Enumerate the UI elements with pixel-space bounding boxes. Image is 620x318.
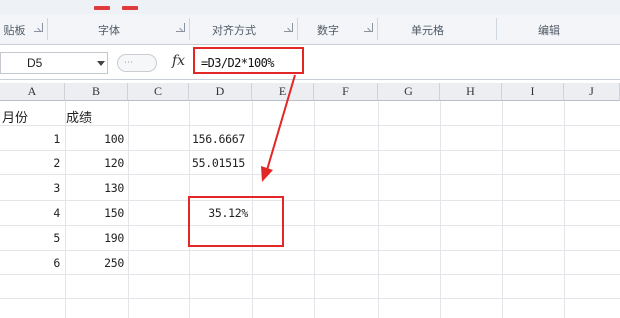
cell-b4[interactable]: 130 — [90, 181, 124, 195]
cell-a5[interactable]: 4 — [40, 206, 60, 220]
chevron-down-icon[interactable] — [97, 61, 105, 66]
column-header-g[interactable]: G — [378, 83, 440, 101]
column-header-j[interactable]: J — [564, 83, 620, 101]
ellipsis-icon: ⋯ — [124, 58, 133, 68]
ribbon-group-label: 字体 — [98, 24, 120, 37]
ribbon-group-font: 字体 — [47, 18, 190, 40]
row-gridline — [0, 298, 620, 299]
cell-b5[interactable]: 150 — [90, 206, 124, 220]
column-gridline — [564, 101, 565, 318]
cell-d2[interactable]: 156.6667 — [192, 132, 245, 146]
cell-a7[interactable]: 6 — [40, 256, 60, 270]
formula-bar: D5 ⋯ fx =D3/D2*100% — [0, 45, 620, 80]
cell-b3[interactable]: 120 — [90, 156, 124, 170]
dialog-launcher-icon[interactable] — [284, 23, 293, 32]
dialog-launcher-icon[interactable] — [176, 23, 185, 32]
cell-a2[interactable]: 1 — [40, 132, 60, 146]
column-header-f[interactable]: F — [314, 83, 378, 101]
column-header-h[interactable]: H — [440, 83, 502, 101]
cell-b6[interactable]: 190 — [90, 231, 124, 245]
column-gridline — [440, 101, 441, 318]
ribbon-group-label: 单元格 — [411, 24, 444, 37]
cell-b2[interactable]: 100 — [90, 132, 124, 146]
dialog-launcher-icon[interactable] — [364, 23, 373, 32]
formula-highlight-box — [193, 47, 304, 74]
cell-a1[interactable]: 月份 — [2, 107, 28, 126]
ribbon-group-alignment: 对齐方式 — [189, 18, 298, 40]
ribbon-toolbar-strip — [0, 0, 620, 14]
fill-color-swatch[interactable] — [122, 6, 138, 10]
ribbon-group-label: 编辑 — [538, 24, 560, 37]
ribbon-group-clipboard: 贴板 — [0, 18, 48, 40]
cell-b7[interactable]: 250 — [90, 256, 124, 270]
row-gridline — [0, 274, 620, 275]
dialog-launcher-icon[interactable] — [34, 23, 43, 32]
column-header-i[interactable]: I — [502, 83, 564, 101]
column-header-d[interactable]: D — [189, 83, 252, 101]
ribbon-group-label: 贴板 — [3, 24, 26, 37]
row-gridline — [0, 150, 620, 151]
formula-bar-resize-button[interactable]: ⋯ — [117, 54, 157, 72]
row-gridline — [0, 250, 620, 251]
column-gridline — [502, 101, 503, 318]
cell-b1[interactable]: 成绩 — [66, 107, 92, 126]
column-header-c[interactable]: C — [128, 83, 189, 101]
ribbon-group-label: 对齐方式 — [212, 24, 256, 37]
column-header-e[interactable]: E — [252, 83, 314, 101]
cell-a6[interactable]: 5 — [40, 231, 60, 245]
name-box[interactable]: D5 — [0, 52, 108, 74]
column-header-b[interactable]: B — [65, 83, 128, 101]
column-gridline — [378, 101, 379, 318]
column-gridline — [65, 101, 66, 318]
row-gridline — [0, 125, 620, 126]
ribbon-group-label: 数字 — [317, 24, 339, 37]
ribbon: 贴板 字体 对齐方式 数字 单元格 编辑 — [0, 0, 620, 45]
row-gridline — [0, 200, 620, 201]
cell-a4[interactable]: 3 — [40, 181, 60, 195]
font-color-swatch[interactable] — [94, 6, 110, 10]
fx-icon[interactable]: fx — [172, 53, 185, 69]
cell-d3[interactable]: 55.01515 — [192, 156, 245, 170]
ribbon-group-number: 数字 — [297, 18, 378, 40]
row-gridline — [0, 174, 620, 175]
row-gridline — [0, 225, 620, 226]
cell-a3[interactable]: 2 — [40, 156, 60, 170]
column-header-a[interactable]: A — [0, 83, 65, 101]
ribbon-group-cells: 单元格 — [377, 18, 497, 40]
result-highlight-box — [188, 196, 284, 247]
column-gridline — [128, 101, 129, 318]
ribbon-group-editing: 编辑 — [496, 18, 620, 40]
column-gridline — [314, 101, 315, 318]
name-box-value: D5 — [27, 56, 43, 70]
